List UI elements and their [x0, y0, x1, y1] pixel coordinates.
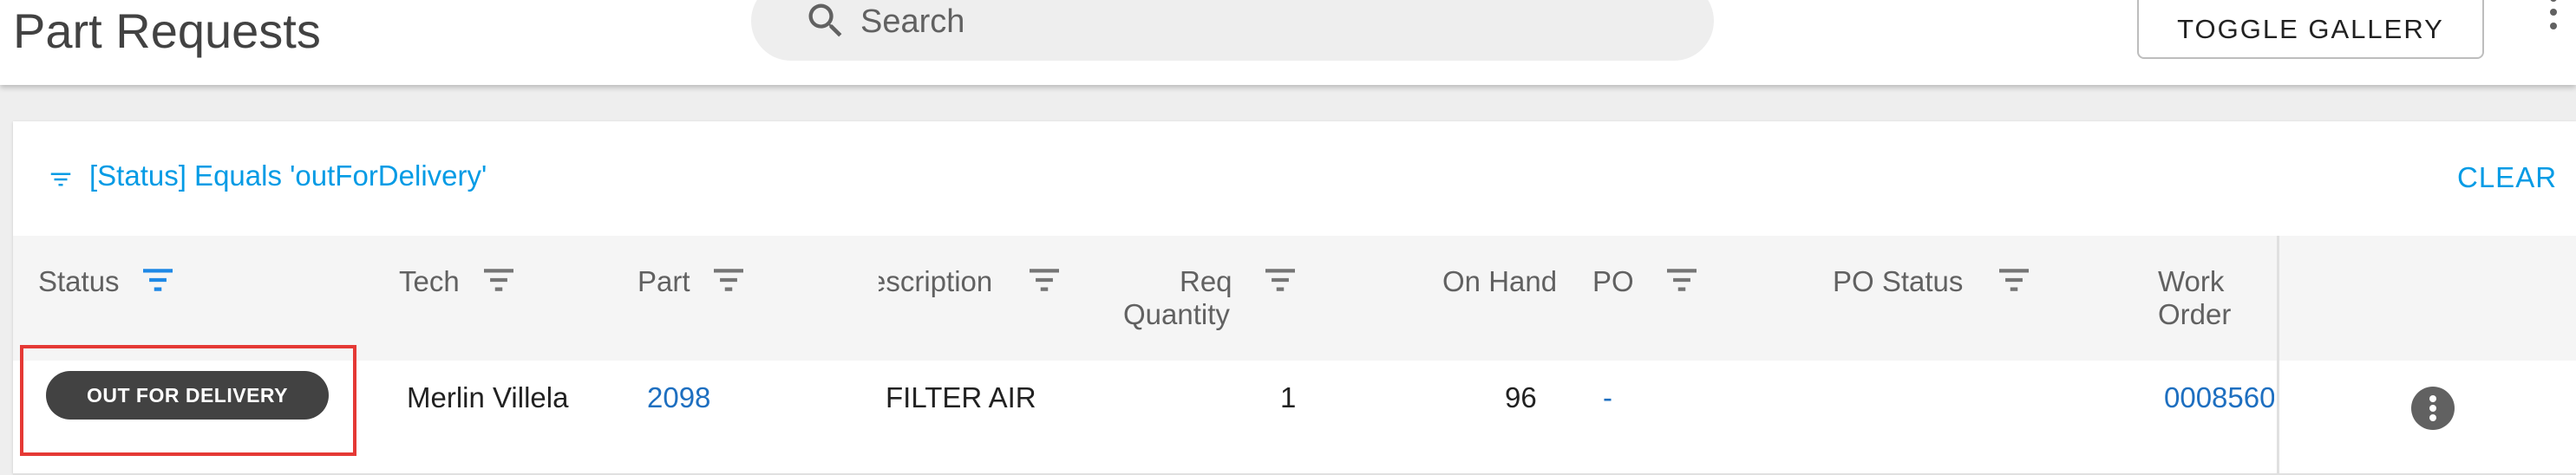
column-header-description[interactable]: escription: [879, 265, 992, 298]
column-header-description-clip: escription: [879, 262, 1026, 300]
active-filter-chip[interactable]: [Status] Equals 'outForDelivery': [89, 159, 487, 192]
filter-list-icon[interactable]: [1030, 269, 1059, 291]
search-bar[interactable]: [751, 0, 1714, 61]
column-header-work-order-line2[interactable]: Order: [2158, 298, 2231, 331]
column-header-po[interactable]: PO: [1592, 265, 1634, 298]
filter-list-icon[interactable]: [143, 269, 173, 291]
column-header-status[interactable]: Status: [38, 265, 120, 298]
filter-list-icon[interactable]: [1667, 269, 1697, 291]
active-filter-bar: [Status] Equals 'outForDelivery' CLEAR: [13, 121, 2576, 236]
column-header-work-order-line1[interactable]: Work: [2158, 265, 2224, 298]
more-vert-icon[interactable]: [2543, 0, 2564, 47]
cell-work-order-clip: 0008560: [2164, 378, 2274, 418]
filter-list-icon[interactable]: [484, 269, 513, 291]
cell-tech: Merlin Villela: [407, 381, 569, 413]
sticky-column-divider: [2277, 236, 2279, 473]
cell-description: FILTER AIR: [886, 381, 1036, 413]
column-header-po-status[interactable]: PO Status: [1833, 265, 1963, 298]
page-title: Part Requests: [13, 3, 321, 58]
filter-icon: [50, 172, 71, 186]
filter-list-icon[interactable]: [1999, 269, 2029, 291]
cell-po-link[interactable]: -: [1603, 381, 1612, 414]
toggle-gallery-button[interactable]: TOGGLE GALLERY: [2137, 0, 2484, 59]
filter-list-icon[interactable]: [1265, 269, 1295, 291]
column-header-part[interactable]: Part: [637, 265, 690, 298]
table-header: Status Tech Part escription Req Quantity…: [13, 236, 2576, 361]
app-header: Part Requests TOGGLE GALLERY: [0, 0, 2576, 85]
cell-on-hand: 96: [1505, 381, 1537, 413]
cell-work-order-link[interactable]: 0008560: [2164, 381, 2274, 414]
column-header-tech[interactable]: Tech: [399, 265, 460, 298]
cell-part-link[interactable]: 2098: [647, 381, 710, 414]
cell-req-quantity: 1: [1280, 381, 1297, 413]
column-header-on-hand[interactable]: On Hand: [1442, 265, 1557, 298]
status-badge[interactable]: OUT FOR DELIVERY: [46, 371, 329, 420]
clear-filter-button[interactable]: CLEAR: [2457, 161, 2557, 194]
more-vert-icon[interactable]: [2411, 387, 2455, 430]
search-input[interactable]: [859, 0, 1643, 45]
filter-list-icon[interactable]: [714, 269, 743, 291]
column-header-req-quantity-line1[interactable]: Req: [1180, 265, 1232, 298]
search-icon: [808, 3, 842, 37]
part-requests-card: [Status] Equals 'outForDelivery' CLEAR S…: [13, 121, 2576, 475]
column-header-req-quantity-line2[interactable]: Quantity: [1123, 298, 1230, 331]
